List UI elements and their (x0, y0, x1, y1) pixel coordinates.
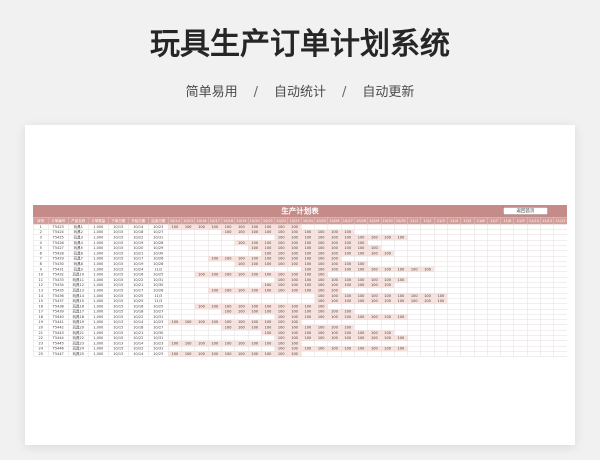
plan-cell[interactable] (487, 351, 501, 357)
plan-cell[interactable] (527, 351, 541, 357)
preview-card: 生产计划表 返回首页 序号 订单编号 产品名称 订单数量 下单日期 开始日期 结束日期 10/… (25, 125, 575, 445)
date-header: 11/3 (433, 217, 448, 225)
plan-cell[interactable] (394, 351, 408, 357)
plan-cell[interactable]: 100 (181, 351, 196, 357)
plan-cell[interactable] (314, 351, 329, 357)
date-header: 10/29 (367, 217, 382, 225)
date-header: 10/18 (221, 217, 235, 225)
date-header: 10/22 (274, 217, 289, 225)
plan-cell[interactable]: 100 (247, 351, 262, 357)
plan-cell[interactable] (473, 351, 488, 357)
plan-cell[interactable] (447, 351, 462, 357)
date-header: 10/16 (194, 217, 209, 225)
plan-cell[interactable] (553, 351, 567, 357)
spreadsheet-viewport: 生产计划表 返回首页 序号 订单编号 产品名称 订单数量 下单日期 开始日期 结束日期 10/… (33, 205, 567, 357)
date-header: 11/10 (527, 217, 541, 225)
plan-cell[interactable] (380, 351, 395, 357)
plan-cell[interactable] (460, 351, 475, 357)
date-header: 10/19 (234, 217, 249, 225)
header-order-date: 下单日期 (108, 217, 129, 225)
feature-tagline: 简单易用 / 自动统计 / 自动更新 (0, 85, 600, 101)
date-header: 11/11 (540, 217, 555, 225)
cell-seq[interactable]: 25 (33, 351, 49, 357)
feature-separator: / (253, 85, 258, 100)
date-header: 10/27 (340, 217, 355, 225)
date-header: 10/25 (314, 217, 329, 225)
feature-item: 自动统计 (273, 85, 326, 100)
page-title: 玩具生产订单计划系统 (150, 27, 450, 62)
date-header: 10/28 (354, 217, 368, 225)
plan-cell[interactable] (500, 351, 515, 357)
header-qty: 订单数量 (88, 217, 109, 225)
date-header: 10/15 (181, 217, 196, 225)
date-header: 10/17 (207, 217, 222, 225)
header-seq: 序号 (33, 217, 49, 225)
date-header: 11/1 (407, 217, 422, 225)
table-header-row: 序号 订单编号 产品名称 订单数量 下单日期 开始日期 结束日期 10/14 10/15 10/1… (33, 217, 567, 225)
cell-end-date[interactable]: 10/23 (148, 351, 169, 357)
plan-cell[interactable] (420, 351, 435, 357)
home-button[interactable]: 返回首页 (503, 207, 548, 215)
date-header: 10/31 (394, 217, 408, 225)
plan-cell[interactable] (354, 351, 368, 357)
plan-cell[interactable]: 100 (234, 351, 249, 357)
header-order-no: 订单编号 (48, 217, 69, 225)
plan-cell[interactable] (340, 351, 355, 357)
header-end-date: 结束日期 (148, 217, 169, 225)
date-header: 11/5 (460, 217, 475, 225)
plan-cell[interactable] (433, 351, 448, 357)
date-header: 10/14 (168, 217, 182, 225)
feature-item: 自动更新 (362, 85, 415, 100)
production-plan-table: 序号 订单编号 产品名称 订单数量 下单日期 开始日期 结束日期 10/14 10/15 10/1… (33, 217, 567, 357)
date-header: 11/9 (513, 217, 528, 225)
date-header: 11/12 (553, 217, 567, 225)
cell-order-no[interactable]: T5447 (48, 351, 69, 357)
plan-cell[interactable]: 100 (168, 351, 182, 357)
feature-separator: / (342, 85, 347, 100)
date-header: 11/2 (420, 217, 435, 225)
date-header: 10/24 (300, 217, 315, 225)
plan-cell[interactable] (513, 351, 528, 357)
cell-start-date[interactable]: 10/14 (128, 351, 149, 357)
plan-cell[interactable]: 100 (194, 351, 209, 357)
plan-cell[interactable] (300, 351, 315, 357)
date-header: 10/30 (380, 217, 395, 225)
date-header: 10/20 (247, 217, 262, 225)
sheet-title: 生产计划表 (281, 206, 319, 216)
plan-cell[interactable]: 100 (221, 351, 235, 357)
cell-qty[interactable]: 1,000 (88, 351, 109, 357)
date-header: 11/4 (447, 217, 462, 225)
date-header: 10/23 (287, 217, 302, 225)
sheet-title-bar: 生产计划表 返回首页 (33, 205, 567, 217)
date-header: 11/6 (473, 217, 488, 225)
plan-cell[interactable] (327, 351, 342, 357)
plan-cell[interactable] (407, 351, 422, 357)
cell-product[interactable]: 玩具25 (68, 351, 89, 357)
date-header: 10/26 (327, 217, 342, 225)
plan-cell[interactable]: 100 (274, 351, 289, 357)
plan-cell[interactable]: 100 (207, 351, 222, 357)
feature-item: 简单易用 (185, 85, 238, 100)
header-start-date: 开始日期 (128, 217, 149, 225)
table-row: 25 T5447 玩具25 1,000 10/13 10/14 10/23 100 100 100… (33, 351, 567, 357)
spreadsheet: 生产计划表 返回首页 序号 订单编号 产品名称 订单数量 下单日期 开始日期 结束日期 10/… (33, 205, 567, 357)
date-header: 10/21 (261, 217, 275, 225)
plan-cell[interactable] (540, 351, 555, 357)
date-header: 11/7 (487, 217, 501, 225)
header-product: 产品名称 (68, 217, 89, 225)
plan-cell[interactable]: 100 (261, 351, 275, 357)
plan-cell[interactable]: 100 (287, 351, 302, 357)
plan-cell[interactable] (367, 351, 382, 357)
cell-order-date[interactable]: 10/13 (108, 351, 129, 357)
date-header: 11/8 (500, 217, 515, 225)
